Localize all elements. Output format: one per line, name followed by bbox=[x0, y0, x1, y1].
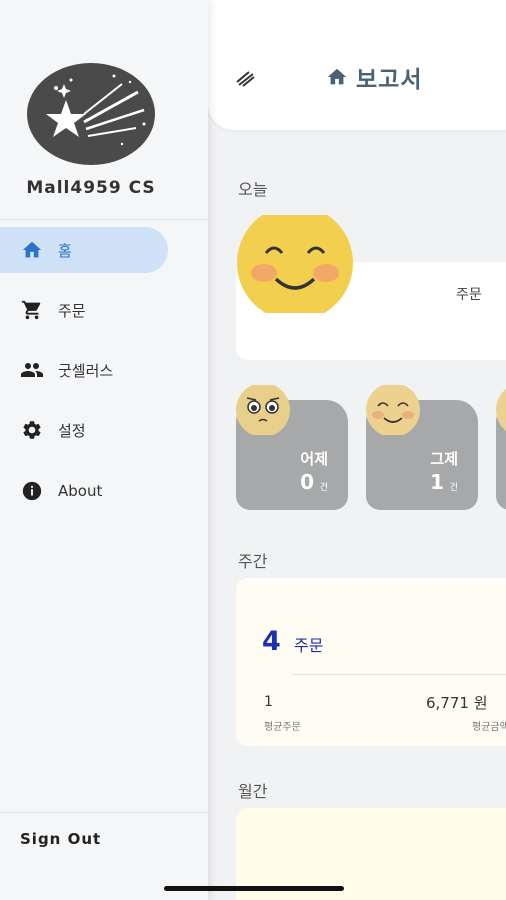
divider bbox=[292, 674, 506, 675]
nav-item-label: 굿셀러스 bbox=[58, 361, 114, 380]
nav-item-goodsellers[interactable]: 굿셀러스 bbox=[0, 347, 168, 393]
menu-lines-icon[interactable] bbox=[234, 68, 258, 88]
avg-amount-label: 평균금액 bbox=[472, 722, 506, 733]
navigation-drawer: Mall4959 CS 홈 주문 굿셀러스 설정 About Sign Out bbox=[0, 0, 208, 900]
pleading-face-icon bbox=[236, 385, 290, 435]
drawer-divider bbox=[0, 812, 208, 813]
info-icon bbox=[20, 479, 44, 503]
report-page: 보고서 오늘 주문 어제 0 건 그제 1 건 주간 4 주문 1 6,771 … bbox=[208, 0, 506, 900]
store-name: Mall4959 CS bbox=[26, 178, 156, 198]
face-icon bbox=[496, 389, 506, 431]
day-before-value: 1 bbox=[430, 470, 444, 494]
nav-item-label: About bbox=[58, 482, 103, 500]
yesterday-value: 0 bbox=[300, 470, 314, 494]
today-order-label: 주문 bbox=[456, 287, 482, 303]
page-title-text: 보고서 bbox=[356, 67, 423, 93]
yesterday-unit: 건 bbox=[319, 483, 328, 493]
section-weekly-label: 주간 bbox=[238, 552, 268, 571]
weekly-orders-value: 4 bbox=[262, 626, 281, 657]
home-icon bbox=[327, 68, 347, 85]
gear-icon bbox=[20, 418, 44, 442]
section-monthly-label: 월간 bbox=[238, 782, 268, 801]
yesterday-title: 어제 bbox=[300, 450, 328, 468]
nav-item-label: 설정 bbox=[58, 421, 86, 440]
nav-item-about[interactable]: About bbox=[0, 468, 168, 514]
weekly-orders-unit: 주문 bbox=[294, 636, 324, 655]
shooting-star-logo-icon bbox=[27, 63, 155, 165]
app-bar: 보고서 bbox=[208, 0, 506, 130]
page-title: 보고서 bbox=[326, 60, 422, 94]
nav-item-home[interactable]: 홈 bbox=[0, 227, 168, 273]
sign-out-button[interactable]: Sign Out bbox=[20, 830, 101, 848]
day-before-unit: 건 bbox=[449, 483, 458, 493]
avg-orders-label: 평균주문 bbox=[264, 722, 301, 733]
smiling-face-icon bbox=[366, 385, 420, 435]
day-before-title: 그제 bbox=[430, 450, 458, 468]
home-indicator bbox=[164, 886, 344, 891]
smiling-face-icon bbox=[237, 215, 353, 313]
avg-orders-value: 1 bbox=[264, 694, 273, 710]
home-icon bbox=[20, 238, 44, 262]
nav-item-label: 주문 bbox=[58, 301, 86, 320]
avg-amount-value: 6,771 원 bbox=[426, 694, 488, 712]
nav-item-settings[interactable]: 설정 bbox=[0, 407, 168, 453]
nav-item-orders[interactable]: 주문 bbox=[0, 287, 168, 333]
section-today-label: 오늘 bbox=[238, 180, 268, 199]
cart-icon bbox=[20, 298, 44, 322]
weekly-card[interactable]: 4 주문 1 6,771 원 평균주문 평균금액 bbox=[236, 578, 506, 746]
drawer-divider bbox=[0, 219, 208, 220]
people-icon bbox=[20, 358, 44, 382]
nav-item-label: 홈 bbox=[58, 241, 72, 260]
